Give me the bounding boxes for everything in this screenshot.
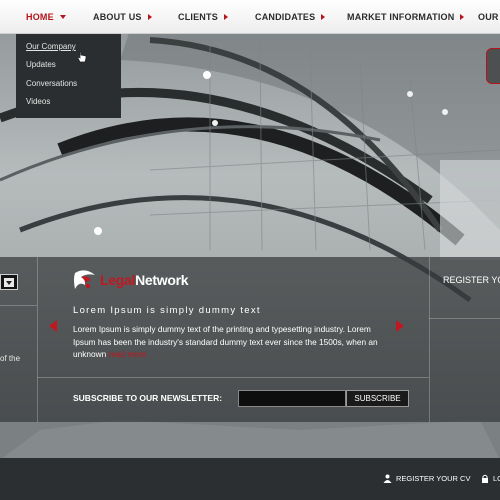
home-dropdown-menu: Our Company Updates Conversations Videos <box>16 34 121 118</box>
hand-cursor-icon <box>77 51 87 63</box>
chevron-right-icon <box>460 14 465 20</box>
left-select[interactable] <box>0 274 18 290</box>
nav-item-label: HOME <box>26 12 54 22</box>
divider <box>0 305 37 306</box>
footer-login-label: LO <box>493 474 500 483</box>
footer-register-cv-link[interactable]: REGISTER YOUR CV <box>383 474 470 483</box>
footer-login-link[interactable]: LO <box>481 474 500 483</box>
nav-item-market-information[interactable]: MARKET INFORMATION <box>347 0 465 34</box>
subscribe-button[interactable]: SUBSCRIBE <box>346 390 409 407</box>
lock-icon <box>482 474 488 483</box>
nav-item-label: ABOUT US <box>93 12 142 22</box>
nav-item-label: MARKET INFORMATION <box>347 12 455 22</box>
chevron-down-icon <box>59 15 66 19</box>
chevron-right-icon <box>321 14 326 20</box>
legalnetwork-logo[interactable]: LegalNetwork <box>73 269 189 291</box>
dropdown-item-our-company[interactable]: Our Company <box>26 42 76 51</box>
side-panel-toggle[interactable] <box>486 48 500 84</box>
footer-register-cv-label: REGISTER YOUR CV <box>396 474 471 483</box>
nav-item-clients[interactable]: CLIENTS <box>178 0 228 34</box>
divider <box>37 257 38 422</box>
chevron-right-icon <box>223 14 228 20</box>
nav-item-label: CLIENTS <box>178 12 218 22</box>
newsletter-label: SUBSCRIBE TO OUR NEWSLETTER: <box>73 393 223 403</box>
logo-text: LegalNetwork <box>100 272 189 288</box>
divider <box>429 257 430 422</box>
hero-tagline: Lorem Ipsum is simply dummy text <box>73 305 261 316</box>
logo-emblem-icon <box>74 270 95 289</box>
carousel-prev-arrow-icon[interactable] <box>49 320 57 332</box>
nav-item-about-us[interactable]: ABOUT US <box>93 0 152 34</box>
chevron-right-icon <box>147 14 152 20</box>
nav-item-label: OUR I <box>478 12 500 22</box>
users-icon <box>383 474 392 483</box>
dropdown-item-updates[interactable]: Updates <box>26 60 56 69</box>
nav-item-home[interactable]: HOME <box>26 0 66 34</box>
chevron-down-icon <box>4 278 14 287</box>
nav-item-our[interactable]: OUR I <box>478 0 500 34</box>
logo-text-network: Network <box>135 272 189 288</box>
hero-body-text: Lorem Ipsum is simply dummy text of the … <box>73 323 393 361</box>
nav-item-candidates[interactable]: CANDIDATES <box>255 0 326 34</box>
read-more-link[interactable]: read more <box>109 349 147 359</box>
nav-item-label: CANDIDATES <box>255 12 316 22</box>
logo-text-legal: Legal <box>100 272 136 288</box>
carousel-next-arrow-icon[interactable] <box>396 320 404 332</box>
register-panel-title: REGISTER YOU <box>443 275 500 285</box>
divider <box>429 318 500 319</box>
newsletter-email-input[interactable] <box>238 390 346 407</box>
dropdown-item-videos[interactable]: Videos <box>26 97 50 106</box>
divider <box>37 377 429 378</box>
left-partial-text: of the <box>0 354 21 363</box>
dropdown-item-conversations[interactable]: Conversations <box>26 79 77 88</box>
top-navigation: HOME ABOUT US CLIENTS CANDIDATES MARKET … <box>0 0 500 34</box>
